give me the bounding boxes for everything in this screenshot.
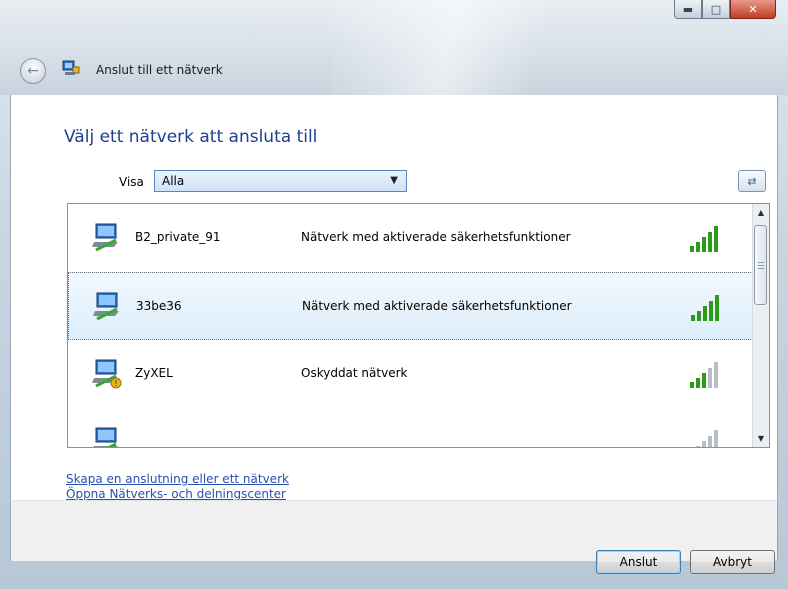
- network-row[interactable]: [68, 408, 753, 447]
- filter-dropdown[interactable]: Alla ▼: [154, 170, 407, 192]
- network-security-status: Nätverk med aktiverade säkerhetsfunktion…: [302, 299, 572, 313]
- minimize-button[interactable]: ▬: [674, 0, 702, 19]
- signal-bar: [691, 315, 695, 321]
- maximize-button[interactable]: □: [702, 0, 730, 19]
- secured-network-icon: [93, 427, 118, 447]
- window-controls: ▬ □ ✕: [674, 0, 776, 19]
- signal-bar: [690, 382, 694, 388]
- scroll-up-arrow-icon[interactable]: ▲: [753, 204, 769, 221]
- window-title: Anslut till ett nätverk: [96, 63, 223, 77]
- signal-strength-icon: [696, 430, 718, 447]
- task-links: Skapa en anslutning eller ett nätverk Öp…: [66, 472, 289, 502]
- signal-bar: [715, 295, 719, 321]
- page-heading: Välj ett nätverk att ansluta till: [64, 127, 318, 147]
- signal-strength-icon: [691, 295, 719, 321]
- signal-bar: [709, 301, 713, 321]
- signal-bar: [714, 226, 718, 252]
- signal-bar: [702, 237, 706, 252]
- scrollbar-thumb[interactable]: [754, 225, 767, 305]
- scroll-down-arrow-icon[interactable]: ▼: [753, 430, 769, 447]
- signal-bar: [708, 368, 712, 388]
- signal-bar: [708, 436, 712, 447]
- scrollbar-grip-icon: [758, 262, 764, 269]
- network-list[interactable]: B2_private_91 Nätverk med aktiverade säke…: [67, 203, 770, 448]
- unsecured-network-icon: !: [92, 359, 122, 389]
- network-row[interactable]: ! ZyXEL Oskyddat nätverk: [68, 340, 753, 408]
- network-security-status: Oskyddat nätverk: [301, 366, 408, 380]
- refresh-icon: ⇄: [747, 174, 757, 188]
- network-wizard-icon: [62, 60, 80, 75]
- dropdown-arrow-icon: ▼: [390, 175, 398, 186]
- signal-bar: [703, 306, 707, 321]
- network-name: ZyXEL: [135, 366, 173, 380]
- signal-bar: [708, 232, 712, 252]
- minimize-icon: ▬: [682, 2, 694, 16]
- signal-strength-icon: [690, 226, 718, 252]
- create-connection-link[interactable]: Skapa en anslutning eller ett nätverk: [66, 472, 289, 487]
- close-icon: ✕: [748, 2, 758, 16]
- signal-bar: [696, 446, 700, 447]
- signal-bar: [697, 311, 701, 321]
- signal-strength-icon: [690, 362, 718, 388]
- signal-bar: [714, 362, 718, 388]
- signal-bar: [696, 378, 700, 388]
- back-arrow-icon: ←: [27, 63, 39, 79]
- close-button[interactable]: ✕: [730, 0, 776, 19]
- connect-button[interactable]: Anslut: [596, 550, 681, 574]
- signal-bar: [696, 242, 700, 252]
- filter-selected-value: Alla: [162, 174, 185, 188]
- content-area: Välj ett nätverk att ansluta till Visa A…: [10, 95, 778, 561]
- secured-network-icon: [93, 292, 119, 321]
- network-rows: B2_private_91 Nätverk med aktiverade säke…: [68, 204, 753, 447]
- maximize-icon: □: [710, 2, 722, 16]
- svg-text:!: !: [114, 379, 117, 388]
- vertical-scrollbar[interactable]: ▲ ▼: [752, 204, 769, 447]
- signal-bar: [690, 246, 694, 252]
- filter-label: Visa: [119, 175, 144, 189]
- network-row[interactable]: B2_private_91 Nätverk med aktiverade säke…: [68, 204, 753, 272]
- network-row[interactable]: 33be36 Nätverk med aktiverade säkerhetsfu…: [68, 272, 753, 340]
- title-bar: ▬ □ ✕ ← Anslut till ett nätverk: [0, 0, 788, 95]
- secured-network-icon: [92, 223, 118, 252]
- network-name: B2_private_91: [135, 230, 221, 244]
- refresh-button[interactable]: ⇄: [738, 170, 766, 192]
- signal-bar: [702, 373, 706, 388]
- signal-bar: [702, 441, 706, 447]
- back-button[interactable]: ←: [20, 58, 46, 84]
- network-name: 33be36: [136, 299, 182, 313]
- cancel-button[interactable]: Avbryt: [690, 550, 775, 574]
- network-security-status: Nätverk med aktiverade säkerhetsfunktion…: [301, 230, 571, 244]
- signal-bar: [714, 430, 718, 447]
